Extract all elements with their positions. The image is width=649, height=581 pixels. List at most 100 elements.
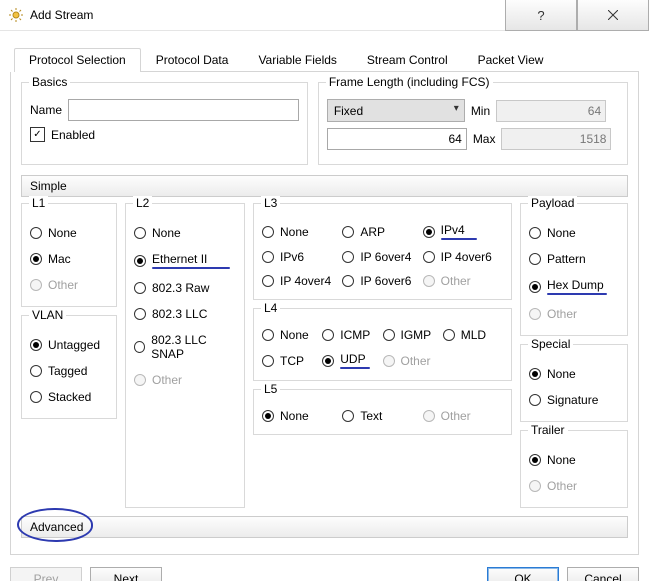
radio-l2-8023-llc[interactable]: 802.3 LLC xyxy=(134,301,207,327)
radio-l4-udp[interactable]: UDP xyxy=(322,349,382,372)
radio-label: UDP xyxy=(340,352,365,366)
radio-l3-ipv6[interactable]: IPv6 xyxy=(262,247,342,267)
radio-vlan-tagged[interactable]: Tagged xyxy=(30,358,87,384)
radio-circle-icon xyxy=(383,329,395,341)
radio-label: None xyxy=(280,328,309,342)
group-l4: L4NoneICMPIGMPMLDTCPUDPOther xyxy=(253,308,512,381)
ok-button[interactable]: OK xyxy=(487,567,559,581)
radio-l2-8023-llc-snap[interactable]: 802.3 LLC SNAP xyxy=(134,327,236,367)
radio-circle-icon xyxy=(134,341,145,353)
group-l2: L2NoneEthernet II802.3 Raw802.3 LLC802.3… xyxy=(125,203,245,508)
radio-special-signature[interactable]: Signature xyxy=(529,387,598,413)
radio-circle-icon xyxy=(529,454,541,466)
radio-l2-none[interactable]: None xyxy=(134,220,181,246)
radio-payload-pattern[interactable]: Pattern xyxy=(529,246,586,272)
radio-circle-icon xyxy=(30,279,42,291)
radio-label: IPv6 xyxy=(280,250,304,264)
tab-bar: Protocol SelectionProtocol DataVariable … xyxy=(14,47,639,72)
window-title: Add Stream xyxy=(30,8,505,22)
close-button[interactable] xyxy=(577,0,649,31)
group-basics: Basics Name ✓ Enabled xyxy=(21,82,308,165)
radio-l3-ipv4[interactable]: IPv4 xyxy=(423,220,503,243)
radio-l3-arp[interactable]: ARP xyxy=(342,220,422,243)
radio-label: Other xyxy=(547,479,577,493)
help-button[interactable]: ? xyxy=(505,0,577,31)
group-trailer: TrailerNoneOther xyxy=(520,430,628,508)
radio-label: 802.3 LLC SNAP xyxy=(151,333,206,361)
radio-l2-ethernet-ii[interactable]: Ethernet II xyxy=(134,246,230,275)
radio-l1-none[interactable]: None xyxy=(30,220,77,246)
radio-l2-8023-raw[interactable]: 802.3 Raw xyxy=(134,275,209,301)
radio-label: IP 4over6 xyxy=(441,250,492,264)
radio-circle-icon xyxy=(443,329,455,341)
radio-label: Other xyxy=(48,278,78,292)
radio-circle-icon xyxy=(529,281,541,293)
radio-circle-icon xyxy=(30,365,42,377)
frame-length-value[interactable] xyxy=(327,128,467,150)
radio-vlan-stacked[interactable]: Stacked xyxy=(30,384,91,410)
group-payload: PayloadNonePatternHex DumpOther xyxy=(520,203,628,336)
radio-l3-none[interactable]: None xyxy=(262,220,342,243)
enabled-checkbox[interactable]: ✓ xyxy=(30,127,45,142)
radio-circle-icon xyxy=(423,275,435,287)
gear-icon xyxy=(8,7,24,23)
tab-packet-view[interactable]: Packet View xyxy=(463,48,559,72)
radio-l3-ip-4over6[interactable]: IP 4over6 xyxy=(423,247,503,267)
radio-payload-none[interactable]: None xyxy=(529,220,576,246)
radio-label: Other xyxy=(441,409,471,423)
radio-vlan-untagged[interactable]: Untagged xyxy=(30,332,100,358)
radio-circle-icon xyxy=(529,227,541,239)
radio-label: TCP xyxy=(280,354,304,368)
basics-legend: Basics xyxy=(29,75,70,89)
radio-label: Untagged xyxy=(48,338,100,352)
radio-label: Hex Dump xyxy=(547,278,604,292)
tab-variable-fields[interactable]: Variable Fields xyxy=(243,48,351,72)
radio-l4-tcp[interactable]: TCP xyxy=(262,349,322,372)
radio-l5-other: Other xyxy=(423,406,503,426)
annotation-underline xyxy=(441,238,477,240)
group-l3: L3NoneARPIPv4IPv6IP 6over4IP 4over6IP 4o… xyxy=(253,203,512,300)
name-input[interactable] xyxy=(68,99,299,121)
radio-l4-icmp[interactable]: ICMP xyxy=(322,325,382,345)
cancel-button[interactable]: Cancel xyxy=(567,567,639,581)
radio-l4-none[interactable]: None xyxy=(262,325,322,345)
radio-circle-icon xyxy=(342,226,354,238)
radio-circle-icon xyxy=(529,253,541,265)
section-advanced[interactable]: Advanced xyxy=(21,516,628,538)
radio-l1-mac[interactable]: Mac xyxy=(30,246,71,272)
radio-l4-mld[interactable]: MLD xyxy=(443,325,503,345)
radio-circle-icon xyxy=(134,282,146,294)
radio-label: None xyxy=(152,226,181,240)
radio-l3-ip-6over4[interactable]: IP 6over4 xyxy=(342,247,422,267)
radio-circle-icon xyxy=(322,355,334,367)
radio-l4-igmp[interactable]: IGMP xyxy=(383,325,443,345)
radio-circle-icon xyxy=(529,308,541,320)
tab-stream-control[interactable]: Stream Control xyxy=(352,48,463,72)
radio-circle-icon xyxy=(262,275,274,287)
radio-label: Stacked xyxy=(48,390,91,404)
tab-protocol-data[interactable]: Protocol Data xyxy=(141,48,244,72)
radio-circle-icon xyxy=(423,410,435,422)
radio-payload-hex-dump[interactable]: Hex Dump xyxy=(529,272,607,301)
button-row: Prev Next OK Cancel xyxy=(10,567,639,581)
radio-l3-ip-6over6[interactable]: IP 6over6 xyxy=(342,271,422,291)
radio-circle-icon xyxy=(342,251,354,263)
radio-label: 802.3 Raw xyxy=(152,281,209,295)
radio-l3-ip-4over4[interactable]: IP 4over4 xyxy=(262,271,342,291)
radio-trailer-none[interactable]: None xyxy=(529,447,576,473)
radio-label: IPv4 xyxy=(441,223,465,237)
radio-l5-none[interactable]: None xyxy=(262,406,342,426)
radio-label: IP 6over4 xyxy=(360,250,411,264)
section-simple[interactable]: Simple xyxy=(21,175,628,197)
radio-circle-icon xyxy=(529,480,541,492)
annotation-underline xyxy=(547,293,607,295)
frame-length-mode-combo[interactable]: Fixed xyxy=(327,99,465,122)
radio-special-none[interactable]: None xyxy=(529,361,576,387)
radio-label: Other xyxy=(547,307,577,321)
tab-protocol-selection[interactable]: Protocol Selection xyxy=(14,48,141,72)
radio-label: ARP xyxy=(360,225,385,239)
next-button[interactable]: Next xyxy=(90,567,162,581)
radio-circle-icon xyxy=(134,308,146,320)
radio-l5-text[interactable]: Text xyxy=(342,406,422,426)
frame-length-legend: Frame Length (including FCS) xyxy=(326,75,493,89)
